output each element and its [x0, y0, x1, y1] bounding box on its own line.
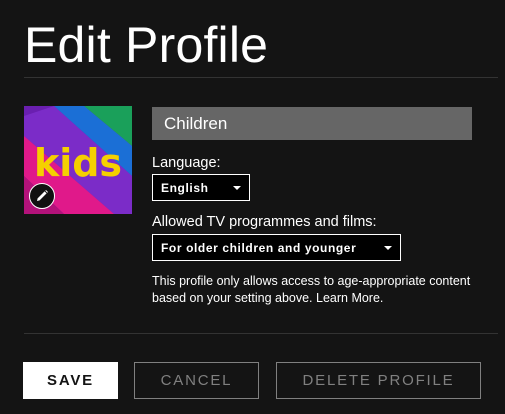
maturity-label: Allowed TV programmes and films: — [152, 214, 377, 230]
edit-avatar-button[interactable] — [29, 183, 55, 209]
pencil-icon — [37, 190, 48, 201]
page-title: Edit Profile — [24, 17, 269, 73]
top-divider — [24, 77, 498, 78]
cancel-button[interactable]: CANCEL — [134, 362, 259, 399]
bottom-divider — [24, 333, 498, 334]
language-dropdown[interactable]: English — [152, 174, 250, 201]
maturity-description: This profile only allows access to age-a… — [152, 274, 471, 305]
kids-logo-text: kids — [34, 141, 122, 185]
profile-avatar[interactable]: kids — [24, 106, 132, 214]
maturity-selected: For older children and younger — [161, 240, 357, 255]
caret-down-icon — [233, 186, 241, 190]
edit-profile-page: Edit Profile kids Language: English Allo… — [0, 0, 505, 414]
caret-down-icon — [384, 246, 392, 250]
maturity-dropdown[interactable]: For older children and younger — [152, 234, 401, 261]
profile-name-input[interactable] — [152, 107, 472, 140]
language-selected: English — [161, 180, 209, 195]
language-label: Language: — [152, 155, 221, 171]
save-button[interactable]: SAVE — [23, 362, 118, 399]
delete-profile-button[interactable]: DELETE PROFILE — [276, 362, 481, 399]
